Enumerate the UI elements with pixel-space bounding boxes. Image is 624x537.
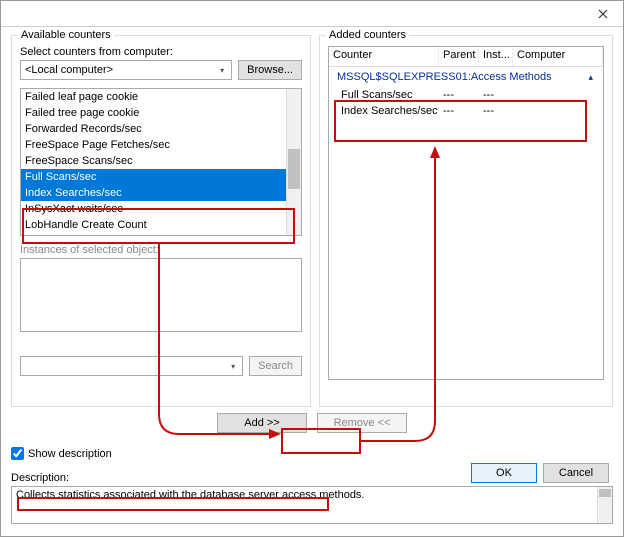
cancel-button[interactable]: Cancel [543,463,609,483]
caret-up-icon[interactable]: ▴ [588,72,593,83]
available-counters-group: Available counters Select counters from … [11,35,311,407]
add-remove-row: Add >> Remove << [11,413,613,433]
description-text: Collects statistics associated with the … [16,489,365,501]
select-computer-label: Select counters from computer: [20,46,302,58]
add-button[interactable]: Add >> [217,413,307,433]
close-icon [598,9,608,19]
titlebar [1,1,623,27]
list-item[interactable]: LobHandle Create Count [21,217,286,233]
remove-button[interactable]: Remove << [317,413,407,433]
description-scrollbar[interactable] [597,487,612,523]
col-inst[interactable]: Inst... [479,47,513,66]
chevron-down-icon: ▾ [226,359,240,373]
list-item[interactable]: Failed leaf page cookie [21,89,286,105]
columns: Available counters Select counters from … [11,35,613,407]
grid-body: MSSQL$SQLEXPRESS01:Access Methods ▴ Full… [329,67,603,379]
list-item[interactable]: Failed tree page cookie [21,105,286,121]
show-description-checkbox[interactable] [11,447,24,460]
listbox-scrollbar[interactable] [286,89,301,235]
instances-listbox[interactable] [20,258,302,332]
list-item[interactable]: Full Scans/sec [21,169,286,185]
added-counters-group: Added counters Counter Parent Inst... Co… [319,35,613,407]
computer-combo[interactable]: <Local computer> ▾ [20,60,232,80]
list-item[interactable]: InSysXact waits/sec [21,201,286,217]
computer-combo-value: <Local computer> [25,64,113,76]
counters-listbox[interactable]: Failed leaf page cookieFailed tree page … [20,88,302,236]
list-item[interactable]: Forwarded Records/sec [21,121,286,137]
dialog-window: Available counters Select counters from … [0,0,624,537]
browse-button[interactable]: Browse... [238,60,302,80]
search-combo[interactable]: ▾ [20,356,243,376]
show-description-label: Show description [28,448,112,460]
dialog-body: Available counters Select counters from … [1,27,623,536]
available-counters-label: Available counters [18,29,114,41]
search-button[interactable]: Search [249,356,302,376]
col-parent[interactable]: Parent [439,47,479,66]
list-item[interactable]: FreeSpace Page Fetches/sec [21,137,286,153]
table-row[interactable]: Index Searches/sec------ [333,103,599,119]
ok-button[interactable]: OK [471,463,537,483]
col-computer[interactable]: Computer [513,47,603,66]
list-item[interactable]: FreeSpace Scans/sec [21,153,286,169]
chevron-down-icon: ▾ [215,63,229,77]
grid-header: Counter Parent Inst... Computer [329,47,603,67]
list-item[interactable]: Index Searches/sec [21,185,286,201]
grid-group-row[interactable]: MSSQL$SQLEXPRESS01:Access Methods ▴ [333,69,599,87]
added-counters-grid[interactable]: Counter Parent Inst... Computer MSSQL$SQ… [328,46,604,380]
added-counters-label: Added counters [326,29,409,41]
instances-label: Instances of selected object: [20,244,302,256]
show-description-row: Show description [11,447,613,460]
ok-cancel-row: OK Cancel [471,463,609,483]
description-box[interactable]: Collects statistics associated with the … [11,486,613,524]
col-counter[interactable]: Counter [329,47,439,66]
table-row[interactable]: Full Scans/sec------ [333,87,599,103]
window-close-button[interactable] [583,1,623,27]
